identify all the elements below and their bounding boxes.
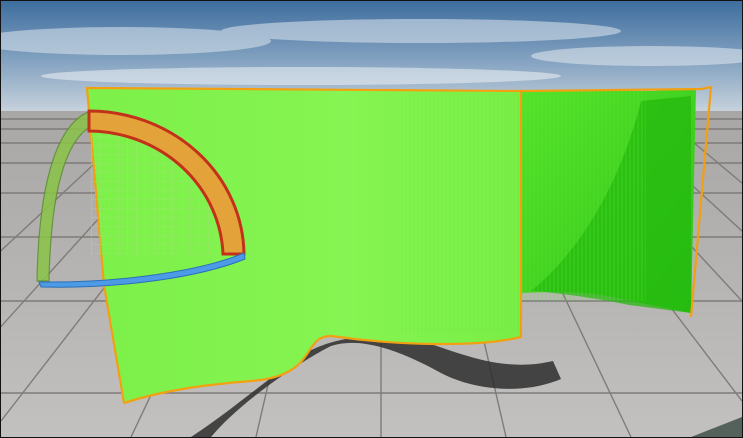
mesh-wall-stripes <box>401 93 521 333</box>
editor-viewport[interactable] <box>0 0 743 438</box>
mesh-inner-stripes <box>521 91 646 301</box>
viewport-canvas[interactable] <box>1 1 742 437</box>
